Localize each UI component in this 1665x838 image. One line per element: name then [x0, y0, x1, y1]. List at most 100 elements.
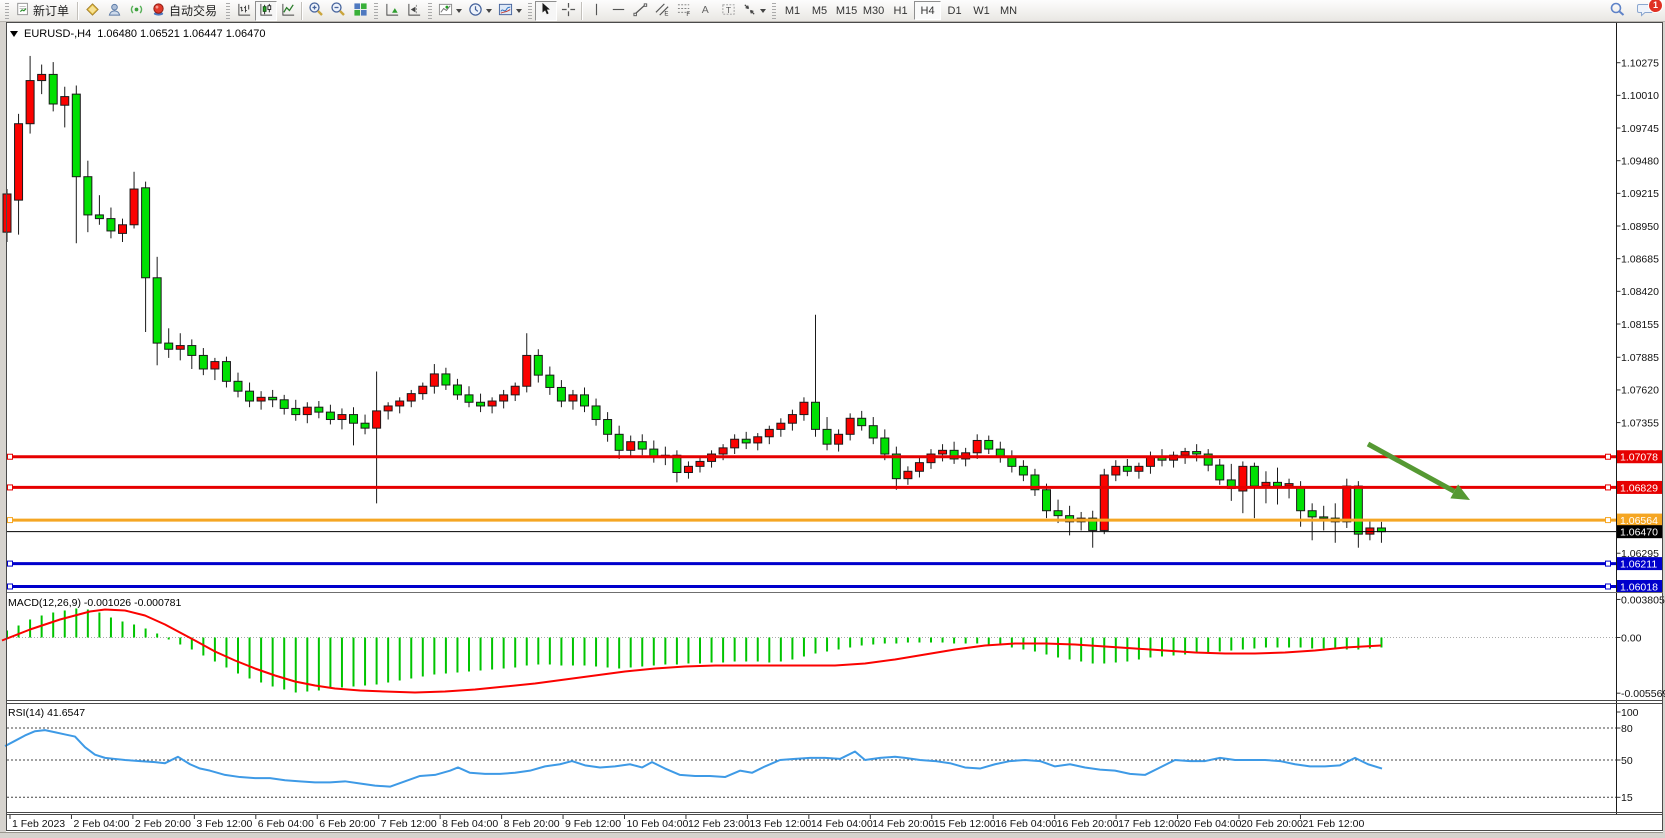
rsi-tick-label: 50 — [1621, 755, 1633, 767]
zoom-in-button[interactable] — [305, 1, 327, 21]
candle-up — [1262, 482, 1270, 486]
hline-anchor[interactable] — [8, 454, 13, 459]
candle-down — [1308, 511, 1316, 517]
candle-down — [1193, 452, 1201, 454]
profile-icon — [107, 2, 122, 20]
candle-down — [615, 434, 623, 450]
timeframe-m15[interactable]: M15 — [833, 1, 860, 20]
vertical-line-button[interactable] — [585, 1, 607, 21]
text-button[interactable]: A — [695, 1, 717, 21]
timeframe-d1[interactable]: D1 — [941, 1, 968, 20]
timeframe-mn[interactable]: MN — [995, 1, 1022, 20]
chart-title: EURUSD-,H4 1.06480 1.06521 1.06447 1.064… — [10, 28, 265, 40]
templates-button[interactable] — [495, 1, 525, 21]
timeframe-w1[interactable]: W1 — [968, 1, 995, 20]
candle-up — [835, 434, 843, 444]
timeframe-m5[interactable]: M5 — [806, 1, 833, 20]
price-badge-label: 1.06211 — [1620, 559, 1657, 571]
chart-shift-button[interactable] — [403, 1, 425, 21]
channel-icon: E — [655, 2, 670, 20]
auto-scroll-button[interactable] — [381, 1, 403, 21]
svg-text:E: E — [664, 10, 668, 16]
time-tick-label: 21 Feb 12:00 — [1302, 818, 1364, 830]
quotes-button[interactable] — [81, 1, 103, 21]
arrows-button[interactable] — [739, 1, 769, 21]
candle-up — [696, 461, 704, 466]
candle-down — [107, 219, 115, 231]
periods-icon — [468, 2, 483, 20]
candle-up — [384, 406, 392, 411]
candle-up — [500, 395, 508, 401]
candle-down — [350, 415, 358, 424]
hline-anchor[interactable] — [1606, 584, 1611, 589]
auto-trading-button[interactable]: 自动交易 — [147, 1, 223, 21]
timeframe-h1[interactable]: H1 — [887, 1, 914, 20]
trendline-button[interactable] — [629, 1, 651, 21]
candle-up — [719, 448, 727, 454]
cursor-button[interactable] — [535, 1, 557, 21]
new-order-button[interactable]: 新订单 — [12, 1, 75, 21]
time-tick-label: 8 Feb 20:00 — [504, 818, 560, 830]
toolbar-grip — [528, 3, 532, 19]
signal-button[interactable] — [125, 1, 147, 21]
indicators-button[interactable] — [435, 1, 465, 21]
time-tick-label: 3 Feb 12:00 — [196, 818, 252, 830]
crosshair-button[interactable] — [557, 1, 579, 21]
candle-up — [419, 386, 427, 393]
macd-tick-label: 0.00 — [1621, 632, 1642, 644]
candle-up — [569, 395, 577, 401]
macd-indicator-label: MACD(12,26,9) -0.001026 -0.000781 — [8, 597, 181, 609]
chart-background — [6, 22, 1663, 832]
line-chart-button[interactable] — [277, 1, 299, 21]
hline-anchor[interactable] — [8, 584, 13, 589]
candle-down — [1377, 528, 1385, 532]
candle-up — [373, 411, 381, 428]
candle-down — [315, 407, 323, 412]
time-tick-label: 7 Feb 12:00 — [381, 818, 437, 830]
candle-down — [812, 402, 820, 429]
hline-anchor[interactable] — [1606, 485, 1611, 490]
zoom-out-icon — [330, 1, 346, 20]
macd-tick-label: -0.005569 — [1621, 688, 1665, 700]
price-tick-label: 1.08155 — [1621, 319, 1659, 331]
candle-down — [869, 426, 877, 438]
hline-anchor[interactable] — [8, 485, 13, 490]
channel-button[interactable]: E — [651, 1, 673, 21]
text-label-button[interactable]: T — [717, 1, 739, 21]
templates-icon — [498, 2, 513, 20]
periods-button[interactable] — [465, 1, 495, 21]
horizontal-line-button[interactable] — [607, 1, 629, 21]
fibonacci-button[interactable]: F — [673, 1, 695, 21]
hline-anchor[interactable] — [8, 561, 13, 566]
candle-down — [165, 343, 173, 349]
candle-up — [257, 397, 265, 401]
bar-chart-button[interactable] — [233, 1, 255, 21]
hline-anchor[interactable] — [1606, 518, 1611, 523]
quotes-icon — [85, 2, 100, 20]
collapse-triangle-icon[interactable] — [10, 31, 18, 37]
candlestick-chart-button[interactable] — [255, 1, 277, 21]
candle-down — [742, 439, 750, 443]
notification-badge: 1 — [1648, 0, 1663, 13]
hline-anchor[interactable] — [1606, 561, 1611, 566]
time-tick-label: 9 Feb 12:00 — [565, 818, 621, 830]
zoom-out-button[interactable] — [327, 1, 349, 21]
candle-down — [222, 362, 230, 382]
notifications-button[interactable]: 1 — [1634, 1, 1657, 21]
hline-anchor[interactable] — [1606, 454, 1611, 459]
candle-up — [788, 415, 796, 424]
text-icon: A — [699, 2, 713, 19]
timeframe-h4[interactable]: H4 — [914, 1, 941, 20]
hline-anchor[interactable] — [8, 518, 13, 523]
price-tick-label: 1.09215 — [1621, 188, 1659, 200]
candle-up — [627, 442, 635, 451]
time-tick-label: 13 Feb 12:00 — [749, 818, 811, 830]
profile-button[interactable] — [103, 1, 125, 21]
candle-down — [823, 429, 831, 444]
search-button[interactable] — [1606, 1, 1628, 21]
timeframe-m30[interactable]: M30 — [860, 1, 887, 20]
chevron-down-icon — [456, 9, 462, 13]
tile-windows-button[interactable] — [349, 1, 371, 21]
timeframe-m1[interactable]: M1 — [779, 1, 806, 20]
candle-down — [985, 440, 993, 449]
